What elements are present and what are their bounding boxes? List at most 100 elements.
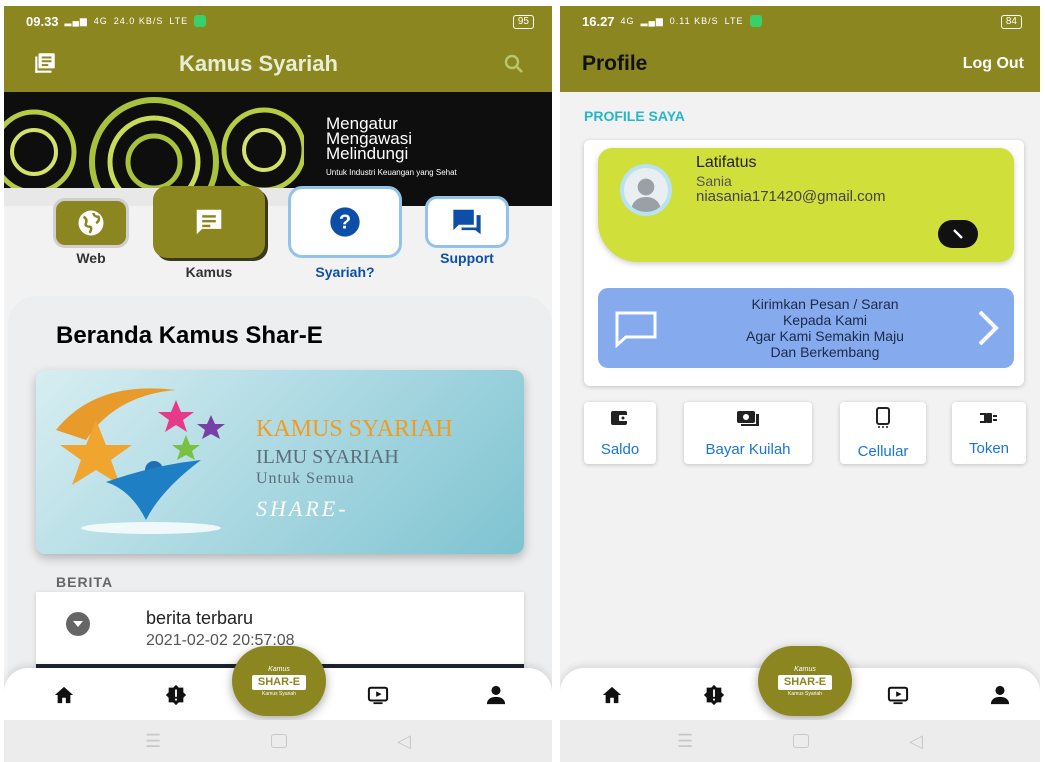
app-title: Kamus Syariah bbox=[179, 51, 338, 76]
promo-brand: SHARE- bbox=[256, 496, 349, 521]
edit-icon[interactable] bbox=[938, 220, 978, 248]
notification-icon bbox=[194, 15, 207, 27]
phone-icon bbox=[875, 406, 891, 433]
news-title: berita terbaru bbox=[146, 608, 254, 628]
promo-subtitle: ILMU SYARIAH bbox=[256, 446, 399, 468]
status-lte: LTE bbox=[169, 16, 189, 26]
video-icon[interactable] bbox=[886, 684, 910, 706]
fab-caption: Kamus Syariah bbox=[262, 690, 296, 697]
category-label: Kamus bbox=[185, 264, 233, 280]
section-label: PROFILE SAYA bbox=[584, 108, 685, 124]
menu-icon[interactable] bbox=[32, 50, 58, 81]
signal-icon: ▂▄▆ bbox=[64, 15, 88, 26]
status-network: 4G bbox=[620, 16, 635, 26]
feedback-line-4: Dan Berkembang bbox=[770, 344, 880, 360]
search-icon[interactable] bbox=[502, 52, 526, 81]
category-kamus[interactable]: Kamus bbox=[152, 186, 266, 280]
user-card[interactable]: Latifatus Sania niasania171420@gmail.com bbox=[598, 148, 1014, 262]
power-plug-icon bbox=[978, 410, 1000, 430]
fab-brand: SHAR-E bbox=[777, 674, 833, 690]
chevron-right-icon bbox=[976, 308, 1000, 353]
globe-icon bbox=[53, 198, 129, 248]
profile-screen: 16.27 4G ▂▄▆ 0.11 KB/S LTE 84 Profile Lo… bbox=[560, 6, 1040, 762]
home-button-icon[interactable] bbox=[271, 734, 288, 748]
logo-graphic bbox=[56, 388, 225, 534]
person-icon[interactable] bbox=[484, 684, 508, 706]
news-section-label: BERITA bbox=[56, 574, 114, 590]
action-label: Bayar Kuilah bbox=[705, 440, 791, 458]
status-lte: LTE bbox=[724, 16, 744, 26]
category-label: Support bbox=[440, 250, 494, 266]
user-email: niasania171420@gmail.com bbox=[696, 188, 886, 205]
feedback-line-1: Kirimkan Pesan / Saran bbox=[751, 296, 899, 312]
page-title: Beranda Kamus Shar-E bbox=[56, 322, 323, 349]
status-time: 09.33 bbox=[26, 13, 59, 29]
video-icon[interactable] bbox=[366, 684, 390, 706]
category-label: Syariah? bbox=[315, 264, 375, 280]
promo-title: KAMUS SYARIAH bbox=[256, 416, 453, 442]
category-web[interactable]: Web bbox=[50, 198, 132, 266]
action-bayar-kuilah[interactable]: Bayar Kuilah bbox=[684, 402, 812, 464]
system-nav-bar: ☰ ◁ bbox=[4, 720, 552, 762]
status-speed: 0.11 KB/S bbox=[669, 16, 719, 26]
battery-icon: 84 bbox=[1000, 15, 1022, 29]
battery-icon: 95 bbox=[512, 15, 534, 29]
feedback-card[interactable]: Kirimkan Pesan / Saran Kepada Kami Agar … bbox=[598, 288, 1014, 368]
banner-tagline: Untuk Industri Keuangan yang Sehat bbox=[326, 168, 457, 177]
fab-script-text: Kamus bbox=[794, 665, 816, 673]
fab-caption: Kamus Syariah bbox=[788, 690, 822, 697]
status-bar: 16.27 4G ▂▄▆ 0.11 KB/S LTE 84 bbox=[560, 6, 1040, 36]
recents-icon[interactable]: ☰ bbox=[677, 731, 693, 752]
action-cellular[interactable]: Cellular bbox=[840, 402, 926, 464]
forum-icon bbox=[425, 196, 509, 248]
wallet-icon bbox=[610, 409, 630, 431]
hero-banner: Mengatur Mengawasi Melindungi Untuk Indu… bbox=[4, 92, 552, 206]
back-icon[interactable]: ◁ bbox=[397, 731, 411, 752]
page-title: Profile bbox=[582, 52, 648, 75]
shar-e-fab[interactable]: Kamus SHAR-E Kamus Syariah bbox=[232, 646, 326, 716]
status-network: 4G bbox=[93, 16, 108, 26]
feedback-line-3: Agar Kami Semakin Maju bbox=[746, 328, 904, 344]
status-speed: 24.0 KB/S bbox=[113, 16, 164, 26]
category-support[interactable]: Support bbox=[422, 196, 512, 266]
recents-icon[interactable]: ☰ bbox=[145, 731, 161, 752]
shar-e-fab[interactable]: Kamus SHAR-E Kamus Syariah bbox=[758, 646, 852, 716]
app-bar: Kamus Syariah bbox=[4, 36, 552, 92]
feedback-line-2: Kepada Kami bbox=[782, 312, 868, 328]
avatar bbox=[620, 164, 672, 216]
home-screen: 09.33 ▂▄▆ 4G 24.0 KB/S LTE 95 Kamus Syar… bbox=[4, 6, 552, 762]
user-first-name: Latifatus bbox=[696, 154, 757, 171]
home-button-icon[interactable] bbox=[793, 734, 810, 748]
promo-tagline: Untuk Semua bbox=[256, 470, 355, 487]
person-icon[interactable] bbox=[988, 684, 1012, 706]
home-icon[interactable] bbox=[600, 684, 624, 706]
alert-badge-icon[interactable] bbox=[702, 684, 726, 706]
svg-text:?: ? bbox=[339, 212, 351, 234]
help-icon: ? bbox=[288, 186, 402, 258]
system-nav-bar: ☰ ◁ bbox=[560, 720, 1040, 762]
message-icon bbox=[614, 310, 658, 353]
chat-icon bbox=[153, 186, 265, 258]
back-icon[interactable]: ◁ bbox=[909, 731, 923, 752]
expand-icon[interactable] bbox=[66, 612, 90, 636]
home-icon[interactable] bbox=[52, 684, 76, 706]
status-time: 16.27 bbox=[582, 13, 615, 29]
user-last-name: Sania bbox=[696, 173, 732, 189]
feedback-text: Kirimkan Pesan / Saran Kepada Kami Agar … bbox=[694, 296, 956, 360]
category-syariah[interactable]: ? Syariah? bbox=[287, 186, 403, 280]
logout-button[interactable]: Log Out bbox=[963, 55, 1024, 73]
fab-brand: SHAR-E bbox=[251, 674, 307, 690]
action-token[interactable]: Token bbox=[952, 402, 1026, 464]
banner-line-3: Melindungi bbox=[326, 144, 409, 163]
notification-icon bbox=[749, 15, 762, 27]
promo-banner[interactable]: KAMUS SYARIAH ILMU SYARIAH Untuk Semua S… bbox=[36, 370, 524, 554]
status-bar: 09.33 ▂▄▆ 4G 24.0 KB/S LTE 95 bbox=[4, 6, 552, 36]
banner-text: Mengatur Mengawasi Melindungi Untuk Indu… bbox=[326, 115, 457, 180]
signal-icon: ▂▄▆ bbox=[640, 15, 664, 26]
action-saldo[interactable]: Saldo bbox=[584, 402, 656, 464]
payment-icon bbox=[736, 409, 760, 431]
action-label: Token bbox=[968, 439, 1010, 457]
alert-badge-icon[interactable] bbox=[164, 684, 188, 706]
action-label: Cellular bbox=[857, 442, 909, 460]
category-label: Web bbox=[76, 250, 106, 266]
